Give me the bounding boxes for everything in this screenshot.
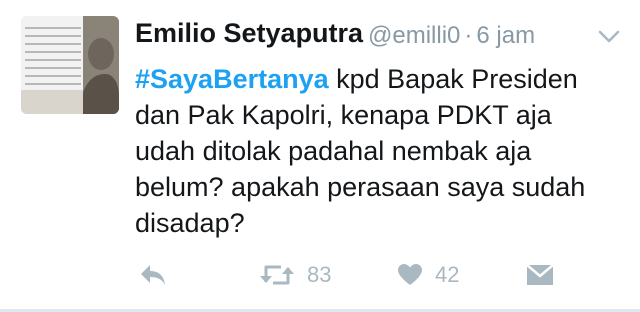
chevron-down-icon[interactable]: [598, 30, 620, 44]
tweet-text-line: udah ditolak padahal nembak aja: [135, 136, 532, 166]
hashtag-link[interactable]: #SayaBertanya: [135, 64, 329, 94]
author-handle[interactable]: @emilli0: [368, 22, 460, 49]
avatar-photo: [21, 16, 119, 114]
tweet-meta: @emilli0 · 6 jam: [368, 22, 535, 50]
tweet-text-line: disadap?: [135, 208, 245, 238]
avatar[interactable]: [21, 16, 119, 114]
retweet-button[interactable]: 83: [259, 258, 331, 292]
tweet-text: #SayaBertanya kpd Bapak Presiden dan Pak…: [135, 61, 625, 241]
author-name[interactable]: Emilio Setyaputra: [135, 18, 363, 49]
tweet-text-fragment: kpd Bapak Presiden: [328, 64, 578, 94]
retweet-icon: [260, 265, 294, 285]
tweet-actions: 83 42: [135, 258, 615, 292]
like-button[interactable]: 42: [397, 258, 459, 292]
tweet-text-line: dan Pak Kapolri, kenapa PDKT aja: [135, 100, 552, 130]
direct-message-button[interactable]: [525, 258, 555, 292]
meta-separator: ·: [464, 22, 473, 49]
tweet-text-line: #SayaBertanya kpd Bapak Presiden: [135, 61, 625, 97]
heart-icon: [398, 264, 422, 285]
tweet-text-line: belum? apakah perasaan saya sudah: [135, 172, 586, 202]
reply-icon: [141, 265, 165, 285]
direct-message-icon: [526, 264, 554, 285]
tweet-card: Emilio Setyaputra @emilli0 · 6 jam #SayaBe…: [0, 0, 640, 312]
like-count: 42: [435, 262, 460, 287]
retweet-count: 83: [307, 262, 332, 287]
reply-button[interactable]: [138, 258, 168, 292]
tweet-timestamp[interactable]: 6 jam: [476, 22, 535, 49]
tweet-header: Emilio Setyaputra @emilli0 · 6 jam: [135, 18, 620, 58]
